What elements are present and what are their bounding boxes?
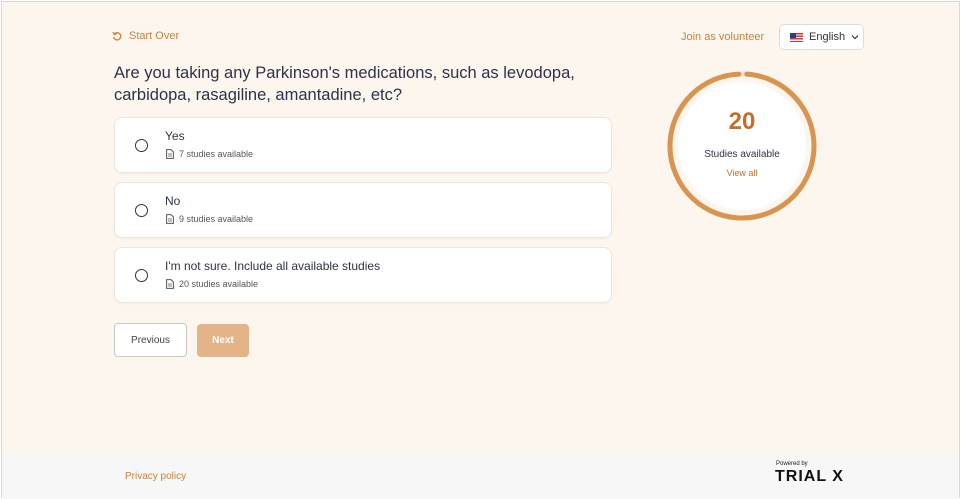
option-label: I'm not sure. Include all available stud…	[165, 259, 381, 273]
trialx-logo: TRIAL X	[775, 468, 844, 485]
option-yes[interactable]: Yes 7 studies available	[114, 117, 612, 173]
start-over-link[interactable]: Start Over	[112, 30, 179, 42]
previous-button[interactable]: Previous	[114, 323, 187, 357]
restart-icon	[112, 31, 122, 41]
document-icon	[166, 149, 174, 159]
studies-count-label: Studies available	[704, 149, 780, 160]
language-select[interactable]: English	[779, 24, 864, 50]
document-icon	[166, 279, 174, 289]
studies-summary-ring: 20 Studies available View all	[666, 70, 818, 222]
start-over-label: Start Over	[129, 30, 180, 42]
us-flag-icon	[790, 32, 803, 42]
study-count-text: 7 studies available	[179, 149, 254, 159]
language-label: English	[809, 31, 846, 43]
option-not-sure[interactable]: I'm not sure. Include all available stud…	[114, 247, 612, 303]
option-label: No	[165, 194, 181, 208]
chevron-down-icon	[851, 35, 859, 40]
page-frame: Start Over Join as volunteer English Are…	[1, 1, 960, 499]
next-button[interactable]: Next	[197, 324, 249, 357]
view-all-link[interactable]: View all	[666, 168, 818, 178]
document-icon	[166, 214, 174, 224]
radio-button[interactable]	[135, 204, 148, 217]
option-label: Yes	[165, 129, 185, 143]
privacy-policy-link[interactable]: Privacy policy	[125, 471, 186, 482]
top-bar: Start Over Join as volunteer English	[2, 2, 959, 62]
radio-button[interactable]	[135, 139, 148, 152]
option-no[interactable]: No 9 studies available	[114, 182, 612, 238]
option-study-count: 9 studies available	[166, 214, 253, 224]
studies-count: 20	[728, 108, 756, 135]
join-volunteer-link[interactable]: Join as volunteer	[681, 31, 764, 43]
option-study-count: 7 studies available	[166, 149, 253, 159]
ring-center	[678, 82, 806, 210]
question-heading: Are you taking any Parkinson's medicatio…	[114, 64, 575, 104]
radio-button[interactable]	[135, 269, 148, 282]
option-study-count: 20 studies available	[166, 279, 258, 289]
powered-by-label: Powered by	[776, 461, 808, 467]
study-count-text: 20 studies available	[179, 279, 259, 289]
footer: Privacy policy Powered by TRIAL X	[2, 454, 959, 499]
study-count-text: 9 studies available	[179, 214, 254, 224]
